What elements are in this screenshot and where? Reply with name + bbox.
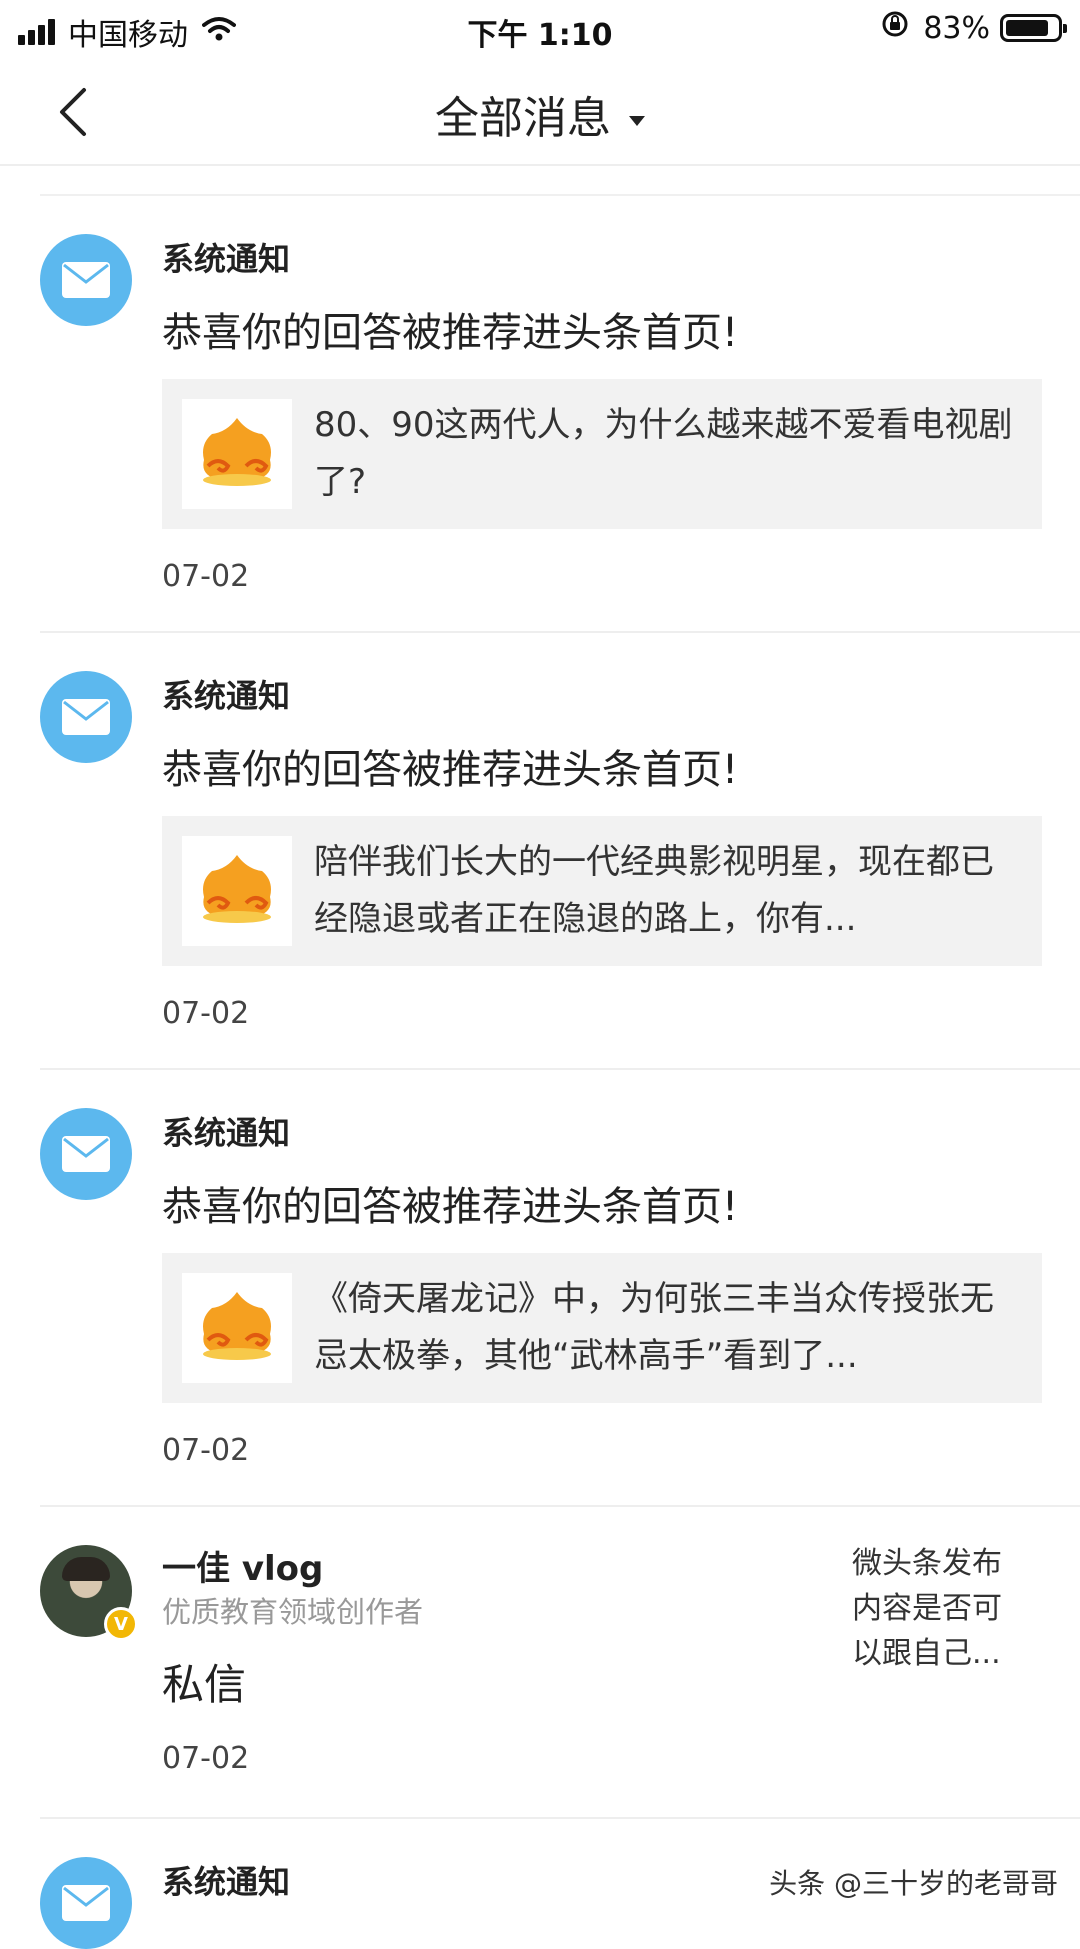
private-message-label: 私信 [162,1660,247,1709]
avatar-hair [62,1557,110,1581]
user-name[interactable]: 一佳 vlog [162,1541,323,1590]
message-sender: 系统通知 [162,1114,291,1152]
message-list: 系统通知 恭喜你的回答被推荐进头条首页! 80、90这两代人，为什么越来越不爱看… [0,196,1080,1949]
status-bar: 中国移动 下午 1:10 83% [0,0,1080,56]
message-date: 07-02 [162,1741,250,1776]
message-date: 07-02 [162,1433,250,1468]
toutiao-cloud-icon [182,836,292,946]
status-right: 83% [881,10,1067,46]
private-message-preview: 微头条发布内容是否可以跟自己... [852,1546,1002,1671]
linked-question-card[interactable]: 《倚天屠龙记》中，为何张三丰当众传授张无忌太极拳，其他“武林高手”看到了... [162,1253,1042,1403]
mail-icon [40,1857,132,1949]
message-title: 恭喜你的回答被推荐进头条首页! [162,310,739,356]
caret-down-icon [629,116,645,126]
card-text: 陪伴我们长大的一代经典影视明星，现在都已经隐退或者正在隐退的路上，你有... [314,842,994,939]
rotation-lock-icon [881,10,909,46]
mail-icon [40,671,132,763]
mail-icon [40,1108,132,1200]
private-message-item[interactable]: V 一佳 vlog 优质教育领域创作者 私信 07-02 微头条发布内容是否可以… [40,1507,1080,1819]
verified-badge-icon: V [104,1607,138,1641]
message-filter-dropdown[interactable]: 全部消息 [0,82,1080,146]
user-description: 优质教育领域创作者 [162,1595,424,1629]
page-title: 全部消息 [435,93,611,144]
message-date: 07-02 [162,996,250,1031]
avatar[interactable]: V [40,1545,138,1641]
battery-fill [1006,20,1048,36]
message-sender: 系统通知 [162,677,291,715]
mail-icon [40,234,132,326]
message-title: 恭喜你的回答被推荐进头条首页! [162,747,739,793]
battery-percent: 83% [923,10,990,46]
message-title: 恭喜你的回答被推荐进头条首页! [162,1184,739,1230]
message-sender: 系统通知 [162,1863,291,1901]
card-text: 《倚天屠龙记》中，为何张三丰当众传授张无忌太极拳，其他“武林高手”看到了... [314,1279,994,1376]
toutiao-cloud-icon [182,399,292,509]
card-text: 80、90这两代人，为什么越来越不爱看电视剧了? [314,405,1013,502]
linked-question-card[interactable]: 陪伴我们长大的一代经典影视明星，现在都已经隐退或者正在隐退的路上，你有... [162,816,1042,966]
list-item[interactable]: 系统通知 恭喜你的回答被推荐进头条首页! 《倚天屠龙记》中，为何张三丰当众传授张… [40,1070,1080,1507]
message-sender: 系统通知 [162,240,291,278]
nav-bar: 全部消息 [0,56,1080,166]
list-item[interactable]: 系统通知 恭喜你的回答被推荐进头条首页! 陪伴我们长大的一代经典影视明星，现在都… [40,633,1080,1070]
message-date: 07-02 [162,559,250,594]
linked-question-card[interactable]: 80、90这两代人，为什么越来越不爱看电视剧了? [162,379,1042,529]
list-item[interactable]: 系统通知 恭喜你的回答被推荐进头条首页! 80、90这两代人，为什么越来越不爱看… [40,196,1080,633]
battery-icon [1000,14,1067,42]
watermark: 头条 @三十岁的老哥哥 [769,1867,1058,1900]
toutiao-cloud-icon [182,1273,292,1383]
